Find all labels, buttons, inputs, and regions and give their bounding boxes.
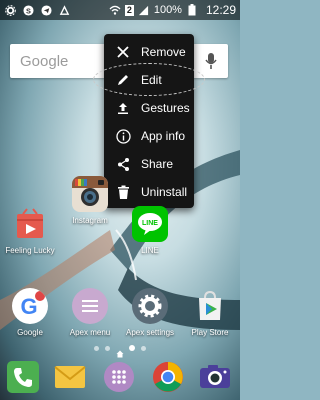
app-label: Feeling Lucky [5,246,55,255]
line-icon: LINE [132,206,168,242]
app-label: Apex settings [125,328,175,337]
clock: 12:29 [205,3,236,17]
menu-item-label: Uninstall [141,185,188,199]
signal-icon [138,4,150,16]
play-store-icon [192,288,228,324]
sim-slot-badge: 2 [124,4,134,16]
info-icon [111,126,135,146]
app-label: LINE [141,246,159,255]
triangle-icon [58,4,70,16]
dock [0,356,240,400]
menu-item-remove[interactable]: Remove [104,38,194,66]
menu-item-label: Remove [141,45,186,59]
battery-percent: 100% [153,4,182,16]
page-dot [141,345,146,351]
app-apex-menu[interactable]: Apex menu [60,288,120,337]
share-icon [111,154,135,174]
app-play-store[interactable]: Play Store [180,288,240,337]
app-apex-settings[interactable]: Apex settings [120,288,180,337]
menu-item-share[interactable]: Share [104,150,194,178]
page-dot [94,345,99,351]
skype-icon: S [22,4,34,16]
svg-text:LINE: LINE [142,220,158,227]
close-icon [111,42,135,62]
search-label: Google [20,52,69,70]
svg-text:G: G [20,294,37,319]
page-indicator [90,344,150,357]
upload-icon [111,98,135,118]
menu-item-label: Gestures [141,101,190,115]
app-google[interactable]: G Google [0,288,60,337]
app-label: Apex menu [69,328,111,337]
status-bar: S 2 100% 12:29 [0,0,240,20]
menu-item-label: Share [141,157,174,171]
settings-icon [4,4,16,16]
email-icon[interactable] [53,360,87,394]
instagram-icon [72,176,108,212]
app-label: Instagram [72,216,108,225]
apps-drawer-icon[interactable] [102,360,136,394]
page-dot [105,345,110,351]
feeling-lucky-icon [12,206,48,242]
menu-item-app-info[interactable]: App info [104,122,194,150]
apex-settings-icon [132,288,168,324]
wifi-icon [109,4,121,16]
camera-icon[interactable] [198,360,232,394]
chrome-icon[interactable] [151,360,185,394]
microphone-icon[interactable] [204,52,218,70]
app-label: Play Store [191,328,229,337]
app-feeling-lucky[interactable]: Feeling Lucky [0,206,60,255]
page-dot-active [129,345,135,351]
battery-icon [186,4,198,16]
edit-highlight-ring [93,63,205,96]
app-label: Google [17,328,43,337]
app-line[interactable]: LINE LINE [120,206,180,255]
svg-text:S: S [26,6,31,15]
apex-menu-icon [72,288,108,324]
google-icon: G [12,288,48,324]
phone-icon[interactable] [6,360,40,394]
menu-item-label: App info [141,129,186,143]
menu-item-gestures[interactable]: Gestures [104,94,194,122]
telegram-icon [40,4,52,16]
home-page-icon [116,345,124,357]
app-instagram[interactable]: Instagram [60,176,120,225]
